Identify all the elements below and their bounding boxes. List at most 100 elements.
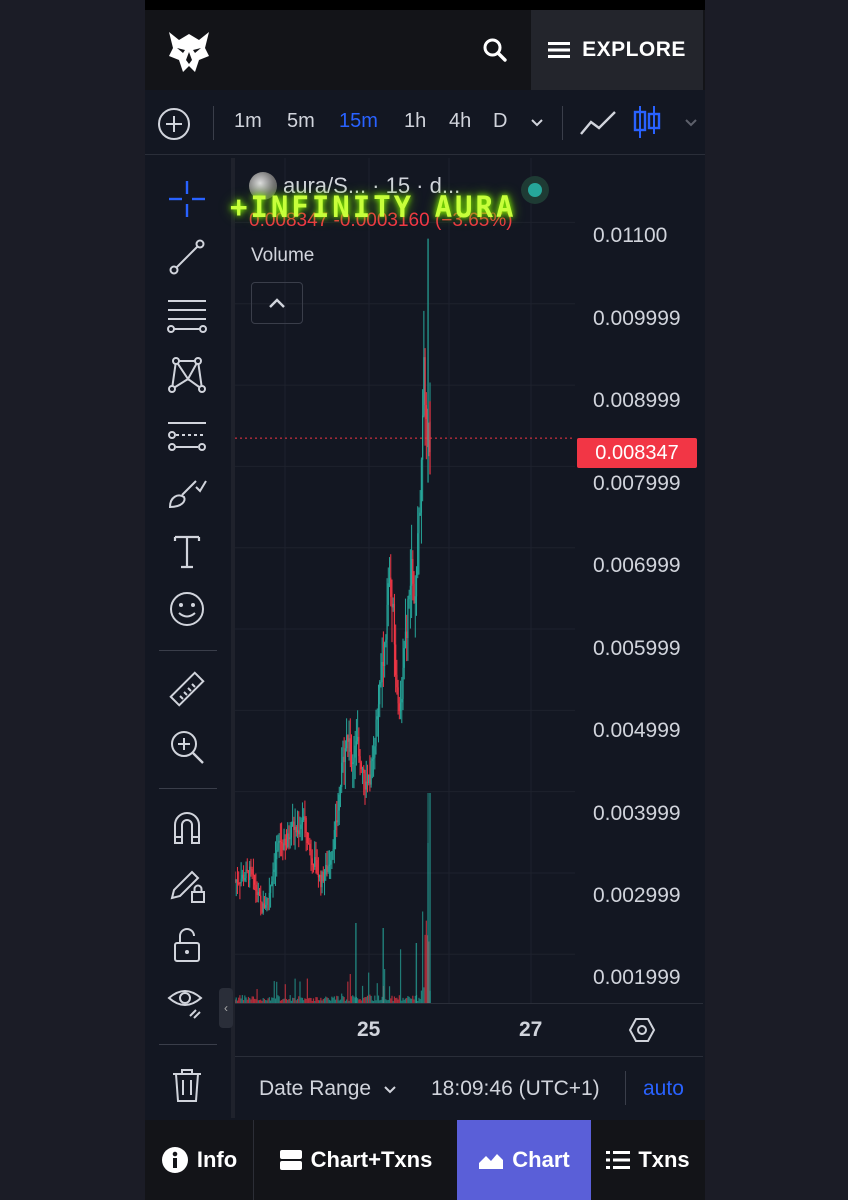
candle-body [307,843,310,845]
trend-line-tool[interactable] [166,236,208,278]
tab-txns[interactable]: Txns [591,1120,705,1200]
market-status-icon[interactable] [521,176,549,204]
fib-retracement-tool[interactable] [166,294,208,336]
volume-bar [349,974,351,1003]
volume-bar [361,985,364,1003]
line-chart-icon[interactable] [579,108,617,143]
settings-hexagon-icon [628,1018,656,1042]
chart-settings-button[interactable] [628,1016,656,1049]
time-axis[interactable]: 25 27 [235,1003,703,1056]
chevron-left-icon: ‹ [224,1001,228,1015]
tool-separator [159,788,217,789]
emoji-tool[interactable] [166,588,208,630]
eagle-logo-icon[interactable] [165,26,213,76]
timeframe-1m[interactable]: 1m [234,110,262,133]
forecast-tool[interactable] [166,414,208,456]
volume-label: Volume [251,245,315,266]
add-indicator-button[interactable] [157,107,191,141]
smiley-icon [170,592,204,626]
candle-body [258,892,261,896]
timeframe-d[interactable]: D [493,110,507,133]
timeframe-1h[interactable]: 1h [404,110,426,133]
candle-body [303,816,305,821]
candle-body [274,859,277,870]
candle-body [390,577,392,597]
explore-button[interactable]: EXPLORE [531,10,703,90]
candle-body [290,826,293,838]
magnet-tool[interactable] [166,806,208,848]
auto-scale-toggle[interactable]: auto [643,1077,684,1101]
current-price-tag: 0.008347 [577,438,697,468]
candle-body [261,902,263,913]
measure-tool[interactable] [166,668,208,710]
volume-bar [256,989,258,1003]
candle-body [293,821,295,831]
candle-body [424,357,426,406]
candle-body [242,874,245,881]
candle-body [255,884,257,891]
volume-bar [244,995,246,1003]
lock-drawings-tool[interactable] [166,864,208,906]
candle-body [288,833,290,840]
volume-bar [298,996,300,1003]
date-range-button[interactable]: Date Range [259,1077,397,1101]
clock-timezone[interactable]: 18:09:46 (UTC+1) [431,1077,600,1101]
candle-body [353,757,355,763]
candle-body [402,667,404,699]
candle-body [346,735,348,749]
candle-body [319,874,321,878]
timeframe-chevron-down-icon[interactable] [529,114,545,135]
tab-info[interactable]: Info [145,1120,253,1200]
text-tool[interactable] [166,530,208,572]
volume-bar [239,995,241,1003]
remove-drawings-tool[interactable] [166,1064,208,1106]
candle-body [238,882,240,884]
candle-body [311,858,313,866]
volume-bar [399,949,402,1003]
tab-chart-txns[interactable]: Chart+Txns [254,1120,457,1200]
price-chart[interactable] [235,158,703,1003]
price-tick: 0.002999 [593,884,681,907]
candle-body [266,898,268,906]
zoom-tool[interactable] [166,726,208,768]
tab-chart[interactable]: Chart [457,1120,591,1200]
candle-body [256,890,258,896]
tab-txns-label: Txns [638,1147,690,1172]
crosshair-tool[interactable] [166,178,208,220]
lock-all-tool[interactable] [166,924,208,966]
search-button[interactable] [475,32,515,68]
candle-body [352,762,354,765]
volume-bar [366,995,369,1003]
collapse-toolbar-button[interactable]: ‹ [219,988,233,1028]
pattern-tool[interactable] [166,354,208,396]
brush-tool[interactable] [166,472,208,514]
candle-body [254,875,256,885]
candle-body [408,594,410,600]
candle-body [267,898,269,900]
volume-bar [427,843,429,1003]
chart-type-chevron-down-icon[interactable] [683,114,699,135]
candle-body [422,415,424,460]
chart-area[interactable]: aura/S... · 15 · d... 0.008347 -0.000316… [235,158,703,1003]
timeframe-5m[interactable]: 5m [287,110,315,133]
time-tick: 25 [357,1018,381,1041]
hide-drawings-tool[interactable] [166,980,208,1022]
collapse-legend-button[interactable] [251,282,303,324]
candle-body [348,738,350,742]
candle-body [360,762,362,769]
candle-body [235,881,236,883]
tool-separator [159,1044,217,1045]
candle-body [393,603,396,645]
volume-bar [384,969,386,1003]
candle-body [315,857,317,861]
search-icon [483,38,507,62]
timeframe-4h[interactable]: 4h [449,110,471,133]
candles-icon[interactable] [633,104,661,145]
timeframe-15m[interactable]: 15m [339,110,378,133]
candle-body [298,830,300,835]
candle-body [296,830,299,833]
volume-bar [352,995,354,1003]
volume-bar [333,996,335,1003]
explore-label: EXPLORE [582,38,686,61]
chart-bottom-bar: Date Range 18:09:46 (UTC+1) auto [235,1056,703,1119]
